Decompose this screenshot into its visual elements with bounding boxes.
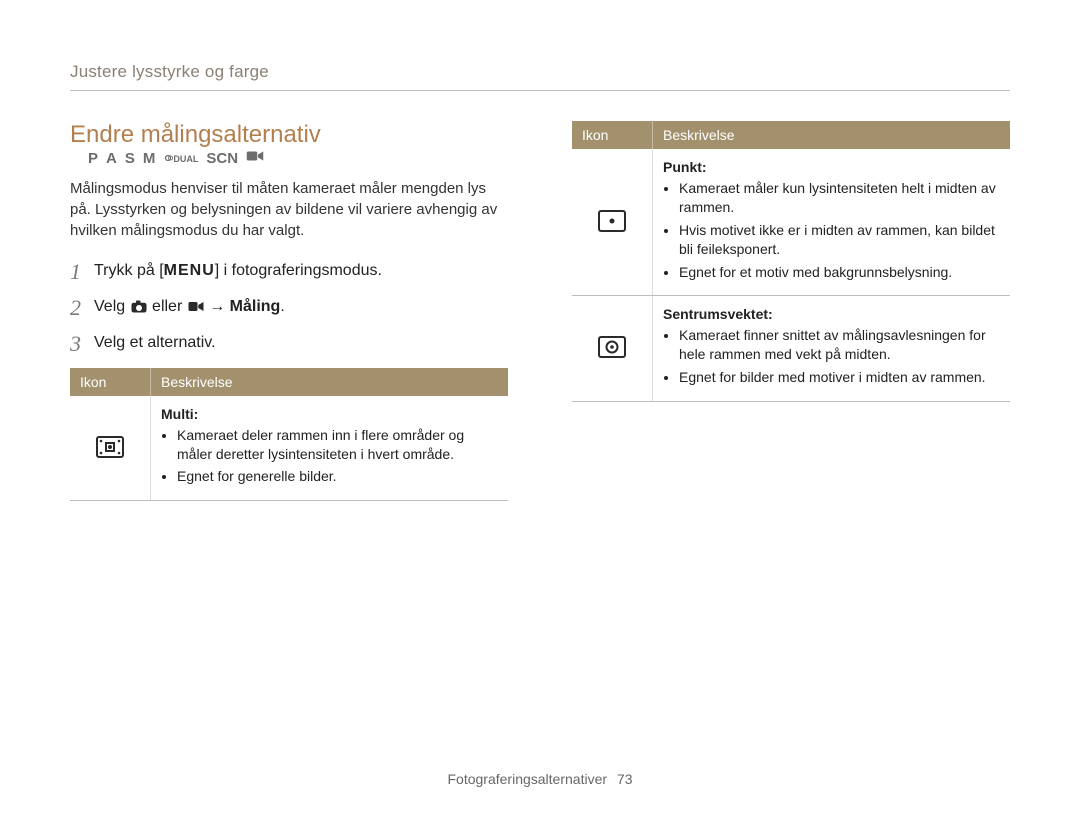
steps-list: 1 Trykk på [MENU] i fotograferingsmodus.… (70, 259, 508, 358)
bullet: Egnet for generelle bilder. (177, 467, 498, 486)
right-metering-table: Ikon Beskrivelse Punkt: Kameraet måler k… (572, 121, 1010, 402)
right-column: Ikon Beskrivelse Punkt: Kameraet måler k… (572, 121, 1010, 501)
bullet: Kameraet deler rammen inn i flere område… (177, 426, 498, 464)
row-title: Multi (161, 406, 194, 422)
step-text: Velg et alternativ. (94, 331, 216, 354)
step-number: 3 (70, 331, 94, 357)
bullet: Egnet for bilder med motiver i midten av… (679, 368, 1000, 387)
mode-s: S (125, 150, 135, 167)
menu-key: MENU (164, 262, 215, 279)
table-row: Sentrumsvektet: Kameraet finner snittet … (572, 296, 1010, 402)
desc-cell: Sentrumsvektet: Kameraet finner snittet … (653, 296, 1011, 402)
multi-metering-icon (70, 396, 151, 501)
desc-cell: Multi: Kameraet deler rammen inn i flere… (151, 396, 509, 501)
desc-cell: Punkt: Kameraet måler kun lysintensitete… (653, 149, 1011, 296)
divider (70, 90, 1010, 91)
mode-m: M (143, 150, 156, 167)
mode-strip: P A S M DUAL SCN (88, 149, 264, 167)
bullet: Hvis motivet ikke er i midten av rammen,… (679, 221, 1000, 259)
two-column-layout: Endre målingsalternativ P A S M DUAL SCN… (70, 121, 1010, 501)
page-number: 73 (617, 771, 633, 787)
step-3: 3 Velg et alternativ. (70, 331, 508, 357)
section-heading-row: Endre målingsalternativ P A S M DUAL SCN (70, 121, 508, 168)
step-text: Trykk på [MENU] i fotograferingsmodus. (94, 259, 382, 282)
th-icon: Ikon (572, 121, 653, 149)
step-text: Velg eller → Måling. (94, 295, 285, 318)
step-1: 1 Trykk på [MENU] i fotograferingsmodus. (70, 259, 508, 285)
breadcrumb: Justere lysstyrke og farge (70, 62, 1010, 82)
step-2-arrow: → (209, 298, 229, 315)
section-title: Endre målingsalternativ (70, 121, 321, 149)
bullet: Egnet for et motiv med bakgrunnsbelysnin… (679, 263, 1000, 282)
th-desc: Beskrivelse (653, 121, 1011, 149)
step-number: 1 (70, 259, 94, 285)
th-desc: Beskrivelse (151, 368, 509, 396)
step-2: 2 Velg eller → Måling. (70, 295, 508, 321)
mode-p: P (88, 150, 98, 167)
step-2-post: . (280, 298, 284, 315)
table-row: Multi: Kameraet deler rammen inn i flere… (70, 396, 508, 501)
th-icon: Ikon (70, 368, 151, 396)
left-column: Endre målingsalternativ P A S M DUAL SCN… (70, 121, 508, 501)
footer-label: Fotograferingsalternativer (448, 771, 608, 787)
mode-a: A (106, 150, 117, 167)
manual-page: Justere lysstyrke og farge Endre målings… (0, 0, 1080, 815)
bullet: Kameraet finner snittet av målingsavlesn… (679, 326, 1000, 364)
step-1-pre: Trykk på [ (94, 262, 164, 279)
step-2-target: Måling (230, 298, 281, 315)
step-2-pre: Velg (94, 298, 130, 315)
page-footer: Fotograferingsalternativer 73 (0, 771, 1080, 787)
mode-movie-icon (246, 149, 264, 167)
mode-scn: SCN (206, 150, 238, 167)
row-title: Punkt (663, 159, 702, 175)
mode-dual: DUAL (163, 153, 198, 164)
step-1-post: ] i fotograferingsmodus. (215, 262, 382, 279)
video-icon (187, 299, 205, 315)
intro-text: Målingsmodus henviser til måten kameraet… (70, 178, 508, 241)
table-row: Punkt: Kameraet måler kun lysintensitete… (572, 149, 1010, 296)
row-title: Sentrumsvektet (663, 306, 768, 322)
camera-icon (130, 299, 148, 315)
step-2-mid: eller (152, 298, 187, 315)
spot-metering-icon (572, 149, 653, 296)
center-weighted-metering-icon (572, 296, 653, 402)
step-number: 2 (70, 295, 94, 321)
bullet: Kameraet måler kun lysintensiteten helt … (679, 179, 1000, 217)
left-metering-table: Ikon Beskrivelse Multi: Kameraet deler r… (70, 368, 508, 502)
